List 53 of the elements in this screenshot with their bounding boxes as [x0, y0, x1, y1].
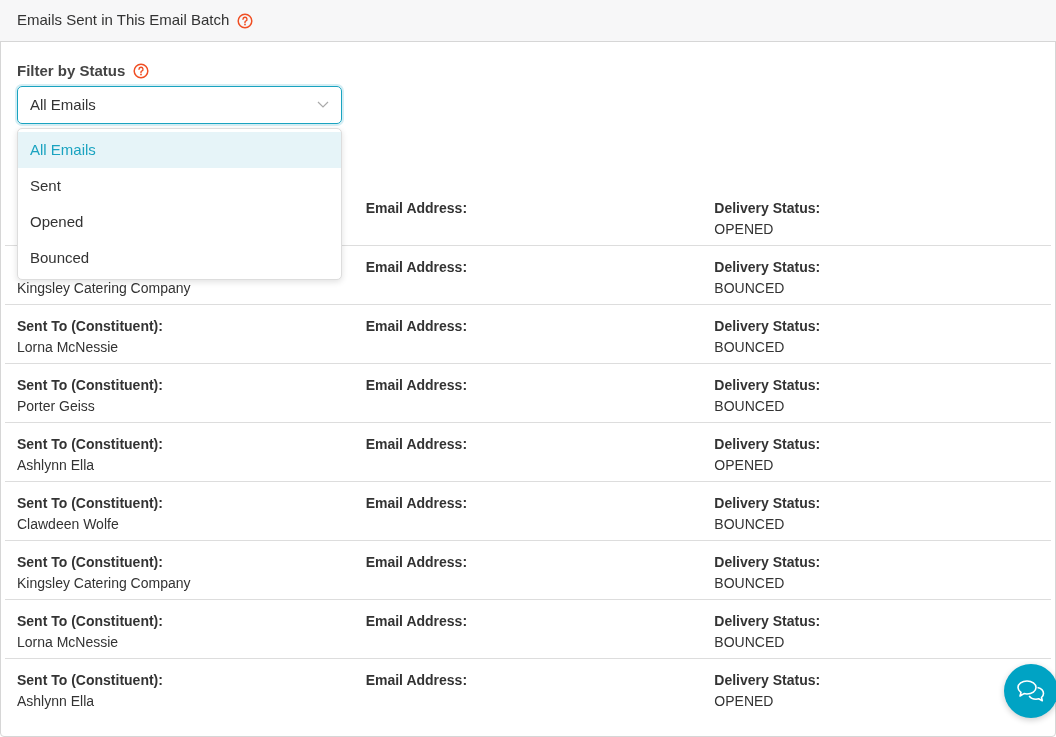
field-value: OPENED — [714, 692, 775, 711]
field-label: Email Address: — [365, 199, 469, 218]
field-value: OPENED — [714, 220, 775, 239]
dropdown-option[interactable]: Bounced — [18, 240, 341, 276]
field-label: Email Address: — [365, 494, 469, 513]
field-label: Delivery Status: — [714, 258, 822, 277]
field-label: Sent To (Constituent): — [17, 494, 164, 513]
card-title: Emails Sent in This Email Batch — [17, 10, 230, 31]
field-label: Delivery Status: — [714, 435, 822, 454]
field-label: Email Address: — [365, 317, 469, 336]
chevron-icon — [317, 101, 329, 109]
field-value: Kingsley Catering Company — [17, 279, 192, 298]
field-value: Kingsley Catering Company — [17, 574, 192, 593]
field-value: Ashlynn Ella — [17, 456, 96, 475]
field-label: Delivery Status: — [714, 317, 822, 336]
field-value: BOUNCED — [714, 338, 786, 357]
field-value: BOUNCED — [714, 633, 786, 652]
status-select[interactable]: All Emails — [17, 86, 342, 124]
field-label: Email Address: — [365, 553, 469, 572]
field-label: Delivery Status: — [714, 671, 822, 690]
field-label: Delivery Status: — [714, 376, 822, 395]
field-label: Delivery Status: — [714, 612, 822, 631]
chat-bubbles-icon — [1016, 678, 1046, 704]
field-value: OPENED — [714, 456, 775, 475]
field-value: BOUNCED — [714, 397, 786, 416]
field-label: Email Address: — [365, 612, 469, 631]
field-label: Sent To (Constituent): — [17, 317, 164, 336]
field-label: Sent To (Constituent): — [17, 612, 164, 631]
field-label: Sent To (Constituent): — [17, 376, 164, 395]
field-value: Clawdeen Wolfe — [17, 515, 120, 534]
field-label: Delivery Status: — [714, 494, 822, 513]
field-label: Email Address: — [365, 258, 469, 277]
help-icon[interactable] — [133, 63, 150, 79]
field-label: Email Address: — [365, 435, 469, 454]
field-label: Sent To (Constituent): — [17, 435, 164, 454]
field-value: Porter Geiss — [17, 397, 96, 416]
dropdown-option[interactable]: Sent — [18, 168, 341, 204]
field-label: Delivery Status: — [714, 553, 822, 572]
field-value: BOUNCED — [714, 574, 786, 593]
field-value: Lorna McNessie — [17, 338, 120, 357]
chat-button[interactable] — [1004, 664, 1056, 718]
field-value: Lorna McNessie — [17, 633, 120, 652]
field-label: Sent To (Constituent): — [17, 553, 164, 572]
field-value: BOUNCED — [714, 279, 786, 298]
dropdown-option[interactable]: Opened — [18, 204, 341, 240]
help-icon[interactable] — [237, 12, 254, 29]
field-value: BOUNCED — [714, 515, 786, 534]
filter-label: Filter by Status — [17, 60, 126, 81]
field-label: Email Address: — [365, 376, 469, 395]
field-value: Ashlynn Ella — [17, 692, 96, 711]
field-label: Delivery Status: — [714, 199, 822, 218]
field-label: Sent To (Constituent): — [17, 671, 164, 690]
field-label: Email Address: — [365, 671, 469, 690]
